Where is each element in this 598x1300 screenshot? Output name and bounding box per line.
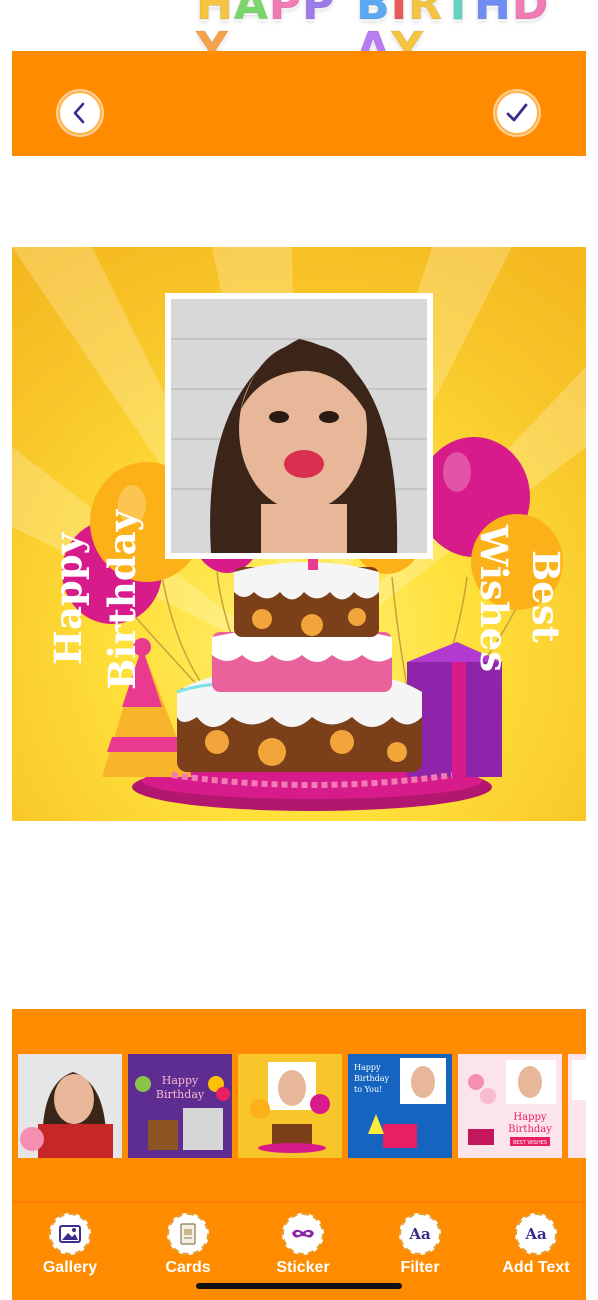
tab-label: Gallery [42,1259,98,1276]
template-label: Happy [513,1112,546,1123]
template-blue-image: Happy Birthday to You! [348,1054,452,1158]
template-yellow-image [238,1054,342,1158]
portrait-image [171,299,427,553]
tab-glyph: Aa [525,1225,547,1243]
card-text-best: Best [524,550,568,643]
tab-filter[interactable]: Aa Filter [372,1213,468,1277]
logo-letter: A [233,0,269,30]
template-partial-image [568,1054,586,1158]
top-toolbar [12,51,586,156]
done-button[interactable] [495,91,539,135]
cards-icon [167,1213,209,1255]
card-text-happy: Happy [46,532,90,665]
tab-label: Add Text [502,1259,570,1276]
card-text-birthday: Birthday [100,509,144,690]
home-indicator [196,1283,402,1289]
logo-letter: D [511,0,550,30]
template-pink-image: Happy Birthday BEST WISHES [458,1054,562,1158]
template-label: Happy [162,1074,199,1087]
template-thumb[interactable]: Happy Birthday BEST WISHES [458,1054,562,1158]
birthday-card-preview[interactable]: Happy Birthday Best Wishes [12,247,586,821]
tab-sticker[interactable]: Sticker [255,1213,351,1277]
template-thumb[interactable] [568,1054,586,1158]
mask-icon [282,1213,324,1255]
template-label: Birthday [508,1124,552,1135]
template-thumb[interactable]: Happy Birthday [128,1054,232,1158]
template-thumb[interactable] [238,1054,342,1158]
template-label: Birthday [354,1074,390,1083]
tab-label: Cards [165,1259,211,1276]
text-aa-icon: Aa [399,1213,441,1255]
template-label: to You! [354,1085,382,1094]
logo-letter: P [302,0,336,30]
app-logo: HAPPY BIRTHDAY [196,0,576,71]
back-button[interactable] [58,91,102,135]
tab-label: Sticker [276,1259,330,1276]
card-text-wishes: Wishes [472,525,516,673]
tab-add-text[interactable]: Aa Add Text [488,1213,584,1277]
tab-label: Filter [400,1259,440,1276]
image-icon [49,1213,91,1255]
text-aa-icon: Aa [515,1213,557,1255]
logo-letter: H [474,0,512,30]
chevron-left-icon [73,102,85,124]
checkmark-icon [506,103,528,122]
template-thumb[interactable]: Happy Birthday to You! [348,1054,452,1158]
photo-frame[interactable] [165,293,433,559]
template-thumb[interactable] [18,1054,122,1158]
tab-cards[interactable]: Cards [140,1213,236,1277]
template-panel: Happy Birthday Happy Birthday to You! Ha… [12,1009,586,1201]
logo-letter: T [442,0,474,30]
logo-letter: P [268,0,303,30]
tab-gallery[interactable]: Gallery [22,1213,118,1277]
template-label: Birthday [156,1088,205,1101]
template-photo-only-image [18,1054,122,1158]
tab-glyph: Aa [409,1225,431,1243]
template-strip[interactable]: Happy Birthday Happy Birthday to You! Ha… [18,1054,586,1158]
user-photo[interactable] [171,299,427,553]
template-label: BEST WISHES [513,1140,547,1146]
template-purple-image: Happy Birthday [128,1054,232,1158]
template-label: Happy [354,1063,381,1072]
